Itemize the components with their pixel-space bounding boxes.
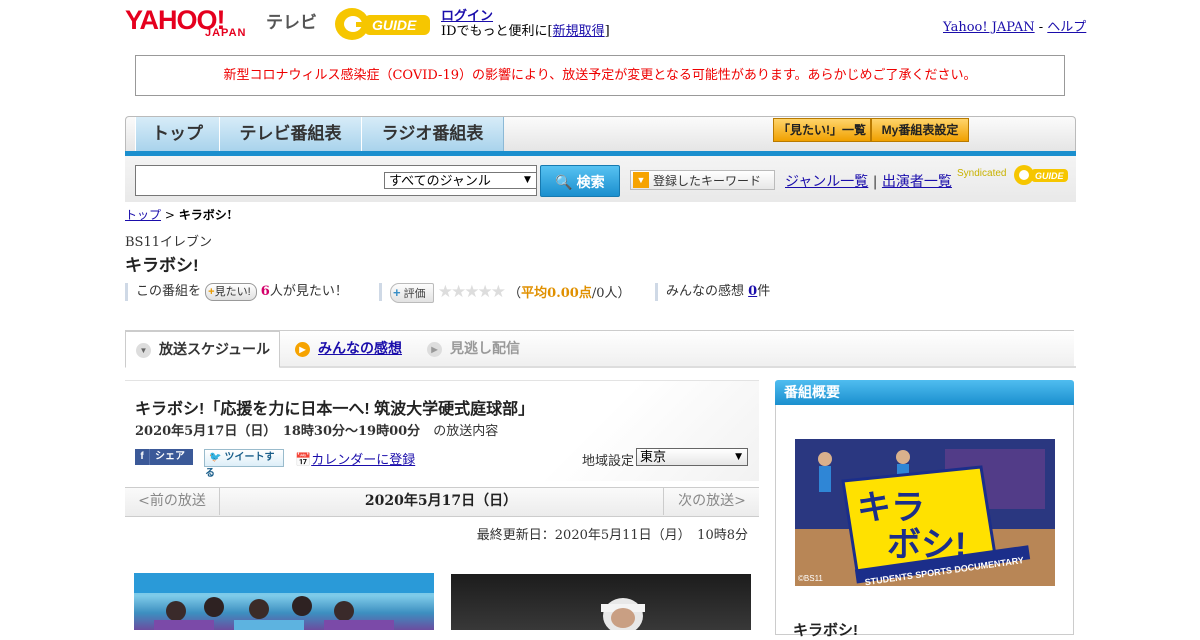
rating-open: （ (508, 286, 522, 301)
plus-icon: + (393, 285, 401, 300)
calendar-icon: 📅 (295, 453, 312, 468)
calendar-register[interactable]: 📅カレンダーに登録 (295, 449, 415, 468)
program-title: キラボシ! (125, 256, 199, 275)
search-button-label: 検索 (576, 174, 605, 190)
channel-name: BS11イレブン (125, 235, 213, 250)
tab-radio-schedule[interactable]: ラジオ番組表 (361, 117, 504, 151)
comments-stat: みんなの感想 0件 (666, 283, 770, 301)
region-selected-value: 東京 (640, 450, 667, 465)
login-sub-suffix: ] (604, 24, 610, 39)
region-label: 地域設定 (582, 454, 635, 469)
mitai-stat: この番組を +見たい! 6人が見たい！ (136, 283, 348, 301)
keyword-button-label: 登録したキーワード (653, 174, 762, 188)
rating-stars[interactable]: ★★★★★ (438, 282, 506, 302)
mitai-prefix: この番組を (136, 284, 202, 299)
tab-label: 放送スケジュール (159, 341, 271, 357)
chevron-down-icon: ▼ (136, 342, 151, 358)
search-button[interactable]: 🔍 検索 (540, 165, 620, 197)
my-schedule-settings-button[interactable]: My番組表設定 (871, 118, 969, 142)
episode-photo-team (134, 573, 434, 630)
register-link[interactable]: 新規取得 (553, 24, 605, 39)
breadcrumb-separator: > (161, 208, 179, 222)
tv-logo-text[interactable]: テレビ (266, 8, 317, 33)
dropdown-arrow-icon: ▼ (524, 175, 531, 185)
rating-average: 平均0.00点 (521, 286, 592, 301)
mitai-suffix: 人が見たい！ (269, 284, 348, 299)
calendar-register-link[interactable]: カレンダーに登録 (311, 453, 415, 468)
episode-photo-player (451, 574, 751, 630)
episode-date-suffix: の放送内容 (433, 424, 499, 439)
rating-count: /0人） (591, 286, 631, 301)
episode-title: キラボシ!「応援を力に日本一へ! 筑波大学硬式庭球部」 (135, 401, 535, 418)
svg-text:GUIDE: GUIDE (1035, 171, 1065, 181)
breadcrumb-current: キラボシ! (178, 208, 232, 222)
mitai-count: 6 (260, 284, 270, 299)
episode-date-time: 2020年5月17日（日） 18時30分～19時00分 (135, 424, 421, 439)
tab-vod: ▶ 見逃し配信 (427, 331, 520, 368)
syndicated-label: Syndicated (957, 168, 1007, 179)
mitai-button-label: 見たい! (214, 286, 251, 298)
tab-label: 見逃し配信 (450, 340, 520, 356)
region-select[interactable]: 東京 ▼ (636, 448, 748, 466)
comments-count-link[interactable]: 0 (748, 284, 757, 299)
rate-button[interactable]: + 評価 (390, 283, 434, 303)
chevron-right-icon: ▶ (295, 341, 310, 357)
twitter-icon: 🐦 (209, 452, 222, 463)
current-broadcast-date: 2020年5月17日（日） (364, 493, 518, 509)
mitai-button[interactable]: +見たい! (205, 283, 257, 301)
login-sub-prefix: IDでもっと便利に[ (441, 24, 553, 39)
genre-select[interactable]: すべてのジャンル (384, 172, 537, 189)
last-updated: 最終更新日：2020年5月11日（月） 10時8分 (476, 528, 748, 543)
breadcrumb: トップ > キラボシ! (125, 206, 232, 223)
next-broadcast-link[interactable]: 次の放送> (663, 487, 760, 515)
yahoo-japan-link[interactable]: Yahoo! JAPAN (943, 20, 1035, 35)
breadcrumb-top-link[interactable]: トップ (125, 208, 161, 222)
svg-text:GUIDE: GUIDE (372, 17, 417, 33)
comments-unit: 件 (757, 284, 771, 299)
tab-broadcast-schedule[interactable]: ▼ 放送スケジュール (125, 331, 280, 368)
facebook-icon: f (135, 449, 150, 465)
gguide-small-logo: GUIDE (1013, 164, 1069, 186)
mitai-list-button[interactable]: 「見たい!」一覧 (773, 118, 871, 142)
tab-comments[interactable]: ▶ みんなの感想 (295, 331, 402, 368)
covid-notice: 新型コロナウィルス感染症（COVID-19）の影響により、放送予定が変更となる可… (135, 55, 1065, 96)
episode-date: 2020年5月17日（日） 18時30分～19時00分 の放送内容 (135, 420, 498, 439)
link-separator: - (1034, 20, 1048, 35)
help-link[interactable]: ヘルプ (1047, 20, 1086, 35)
chevron-right-icon: ▶ (427, 341, 442, 357)
top-right-links: Yahoo! JAPAN - ヘルプ (943, 16, 1086, 35)
tab-label[interactable]: みんなの感想 (318, 340, 402, 356)
rating-stat: + 評価 ★★★★★ （平均0.00点/0人） (390, 282, 631, 303)
gguide-logo: GUIDE (334, 6, 434, 42)
rate-button-label: 評価 (403, 288, 426, 300)
tab-top[interactable]: トップ (135, 117, 220, 151)
comments-label: みんなの感想 (666, 284, 745, 299)
svg-text:©BS11: ©BS11 (798, 574, 823, 583)
program-overview-heading: 番組概要 (775, 380, 1074, 405)
search-icon: 🔍 (555, 174, 573, 190)
performer-list-link[interactable]: 出演者一覧 (882, 174, 952, 190)
login-subtext: IDでもっと便利に[新規取得] (441, 20, 610, 39)
previous-broadcast-link[interactable]: <前の放送 (125, 487, 220, 515)
divider (379, 283, 382, 301)
search-links: ジャンル一覧 | 出演者一覧 (785, 171, 952, 191)
facebook-share-button[interactable]: f シェア (135, 449, 193, 465)
dropdown-arrow-icon: ▼ (735, 452, 742, 462)
divider (655, 283, 658, 301)
registered-keyword-button[interactable]: ▼ 登録したキーワード (630, 170, 775, 190)
tweet-button[interactable]: 🐦 ツイートする (204, 449, 284, 479)
svg-text:キラ: キラ (857, 489, 925, 527)
divider (125, 283, 128, 301)
link-separator: | (872, 174, 878, 190)
dropdown-arrow-icon: ▼ (633, 172, 649, 188)
tab-tv-schedule[interactable]: テレビ番組表 (219, 117, 362, 151)
yahoo-japan-logo-text: JAPAN (205, 27, 247, 39)
program-key-visual: キラ ボシ! STUDENTS SPORTS DOCUMENTARY ©BS11 (795, 439, 1055, 586)
facebook-share-label: シェア (155, 451, 185, 462)
genre-list-link[interactable]: ジャンル一覧 (785, 174, 868, 190)
